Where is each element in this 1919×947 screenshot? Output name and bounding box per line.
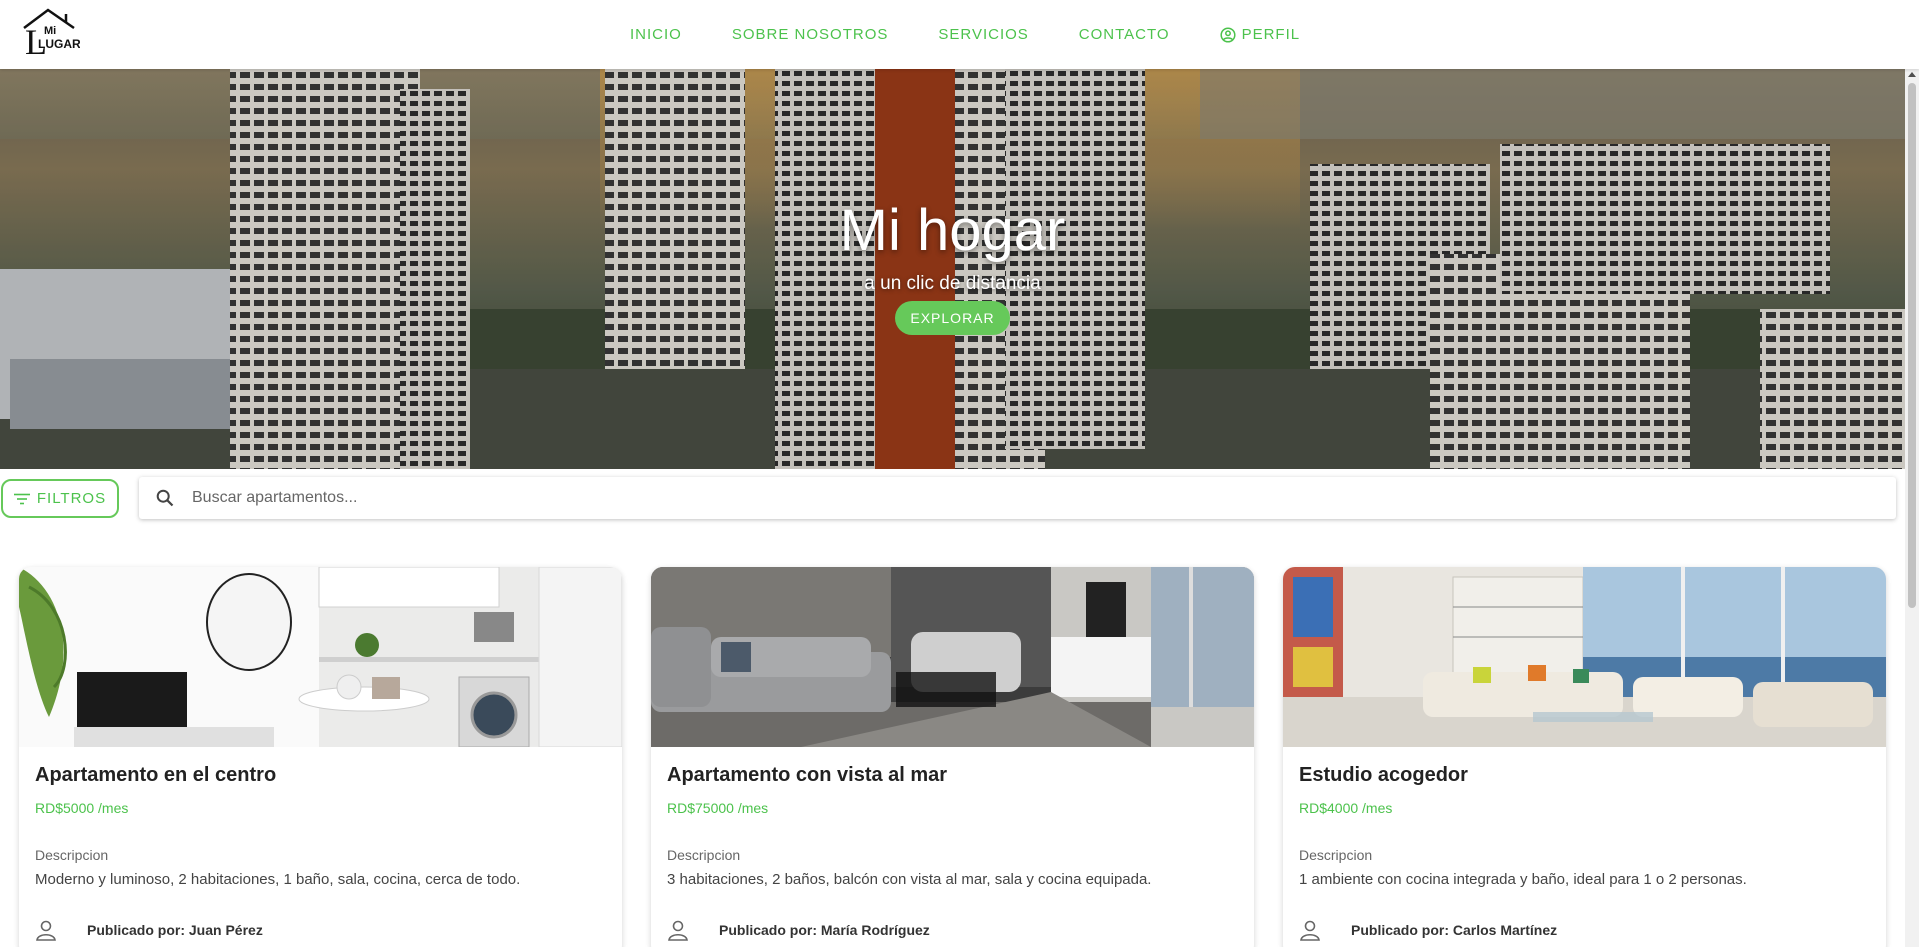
navbar: L Mi LUGAR INICIO SOBRE NOSOTROS SERVICI… xyxy=(0,0,1919,69)
search-bar xyxy=(139,477,1896,519)
listing-price: RD$5000 /mes xyxy=(35,800,129,816)
listing-description-label: Descripcion xyxy=(35,847,109,863)
nav-link-contacto[interactable]: CONTACTO xyxy=(1079,26,1170,43)
listing-price: RD$4000 /mes xyxy=(1299,800,1393,816)
search-input[interactable] xyxy=(192,489,1842,507)
filter-lines-icon xyxy=(13,493,30,505)
hero-subtitle: a un clic de distancia xyxy=(864,273,1041,294)
search-icon xyxy=(156,489,174,507)
listing-photo xyxy=(651,567,1254,747)
listing-description: 1 ambiente con cocina integrada y baño, … xyxy=(1299,871,1747,888)
scroll-up-arrow-icon[interactable] xyxy=(1908,72,1916,77)
user-outline-icon xyxy=(667,919,689,941)
svg-text:Mi: Mi xyxy=(44,25,56,37)
listing-description-label: Descripcion xyxy=(1299,847,1373,863)
listing-price: RD$75000 /mes xyxy=(667,800,769,816)
listing-author-label: Publicado por: Juan Pérez xyxy=(87,922,263,938)
listing-description: Moderno y luminoso, 2 habitaciones, 1 ba… xyxy=(35,871,521,888)
listing-title: Apartamento en el centro xyxy=(35,764,277,786)
page-scrollbar[interactable] xyxy=(1905,69,1919,947)
filters-button[interactable]: FILTROS xyxy=(1,479,119,518)
listing-card[interactable]: Apartamento con vista al mar RD$75000 /m… xyxy=(651,567,1254,947)
listing-photo xyxy=(1283,567,1886,747)
listing-author: Publicado por: María Rodríguez xyxy=(667,919,930,941)
listing-author: Publicado por: Carlos Martínez xyxy=(1299,919,1557,941)
listing-author-label: Publicado por: María Rodríguez xyxy=(719,922,930,938)
nav-link-inicio[interactable]: INICIO xyxy=(630,26,682,43)
listing-title: Estudio acogedor xyxy=(1299,764,1468,786)
house-logo-icon: L Mi LUGAR xyxy=(23,8,81,62)
explore-button[interactable]: EXPLORAR xyxy=(895,301,1010,335)
nav-link-servicios[interactable]: SERVICIOS xyxy=(938,26,1028,43)
listing-author-label: Publicado por: Carlos Martínez xyxy=(1351,922,1558,938)
user-circle-icon xyxy=(1220,26,1236,43)
listing-author: Publicado por: Juan Pérez xyxy=(35,919,263,941)
logo[interactable]: L Mi LUGAR xyxy=(22,6,81,62)
user-outline-icon xyxy=(35,919,57,941)
scroll-thumb[interactable] xyxy=(1908,83,1916,608)
svg-text:LUGAR: LUGAR xyxy=(38,37,80,51)
listing-card[interactable]: Apartamento en el centro RD$5000 /mes De… xyxy=(19,567,622,947)
hero-banner: Mi hogar a un clic de distancia EXPLORAR xyxy=(0,69,1905,469)
listing-description: 3 habitaciones, 2 baños, balcón con vist… xyxy=(667,871,1152,888)
listing-card[interactable]: Estudio acogedor RD$4000 /mes Descripcio… xyxy=(1283,567,1886,947)
user-outline-icon xyxy=(1299,919,1321,941)
listing-photo xyxy=(19,567,622,747)
hero-title: Mi hogar xyxy=(839,198,1066,263)
filters-label: FILTROS xyxy=(36,490,107,507)
nav-links: INICIO SOBRE NOSOTROS SERVICIOS CONTACTO… xyxy=(630,0,1350,69)
nav-perfil-label: PERFIL xyxy=(1241,26,1301,43)
listing-title: Apartamento con vista al mar xyxy=(667,764,948,786)
listing-description-label: Descripcion xyxy=(667,847,741,863)
nav-link-sobre-nosotros[interactable]: SOBRE NOSOTROS xyxy=(732,26,889,43)
city-photo xyxy=(0,69,1905,469)
nav-link-perfil[interactable]: PERFIL xyxy=(1220,26,1301,43)
